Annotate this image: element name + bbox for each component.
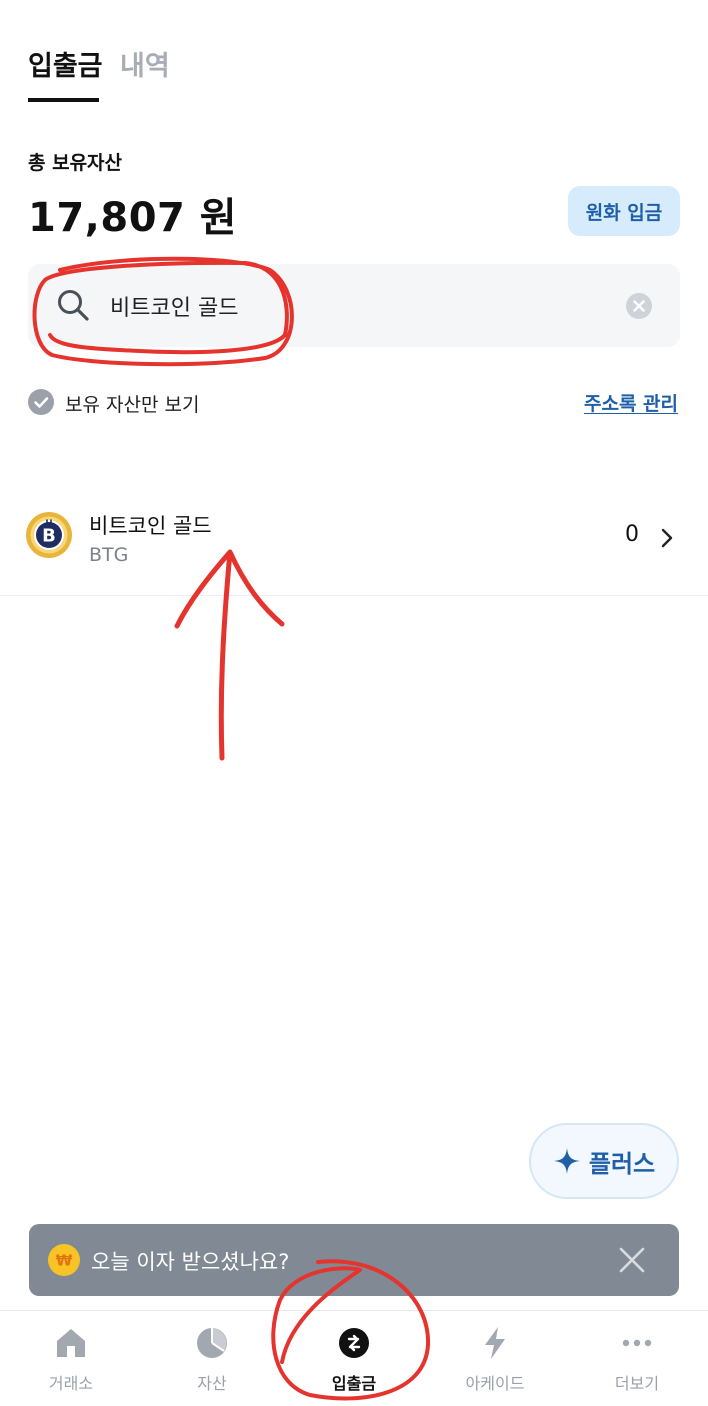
address-book-link[interactable]: 주소록 관리 (584, 389, 678, 416)
nav-label: 아케이드 (465, 1374, 525, 1393)
transfer-icon (339, 1328, 369, 1358)
plus-button[interactable]: 플러스 (529, 1123, 679, 1199)
total-assets-label: 총 보유자산 (28, 152, 123, 174)
nav-label: 자산 (197, 1374, 227, 1393)
active-tab-indicator (28, 98, 99, 102)
search-input[interactable]: 비트코인 골드 (28, 264, 680, 347)
pie-chart-icon (197, 1328, 227, 1358)
tab-history[interactable]: 내역 (120, 44, 170, 83)
lightning-icon (485, 1327, 505, 1359)
search-input-value: 비트코인 골드 (110, 296, 239, 321)
svg-text:₩: ₩ (56, 1252, 73, 1270)
plus-button-label: 플러스 (588, 1149, 656, 1178)
holdings-only-checkbox[interactable] (28, 389, 54, 415)
close-icon[interactable] (618, 1246, 646, 1274)
chevron-right-icon (661, 528, 673, 548)
nav-label: 더보기 (614, 1374, 660, 1393)
more-icon (622, 1339, 652, 1347)
nav-item-arcade[interactable]: 아케이드 (435, 1311, 555, 1406)
sparkle-icon (553, 1148, 580, 1174)
nav-item-more[interactable]: 더보기 (577, 1311, 697, 1406)
won-coin-icon: ₩ (48, 1244, 80, 1276)
nav-item-assets[interactable]: 자산 (152, 1311, 272, 1406)
holdings-only-label[interactable]: 보유 자산만 보기 (65, 390, 199, 417)
bottom-navigation: 거래소 자산 입출금 아케이드 더보기 (0, 1310, 708, 1406)
krw-deposit-button[interactable]: 원화 입금 (568, 186, 680, 236)
coin-symbol: BTG (89, 544, 129, 566)
bitcoin-gold-logo-icon: B (26, 512, 72, 558)
clear-icon[interactable] (626, 293, 652, 319)
svg-text:B: B (42, 526, 56, 547)
banner-message: 오늘 이자 받으셨나요? (91, 1250, 290, 1274)
search-icon (58, 290, 89, 321)
nav-item-transfer[interactable]: 입출금 (294, 1311, 414, 1406)
total-assets-value: 17,807 원 (28, 195, 238, 241)
list-item[interactable]: B 비트코인 골드 BTG 0 (0, 490, 708, 596)
tab-deposit-withdraw[interactable]: 입출금 (28, 44, 103, 83)
nav-label: 입출금 (331, 1374, 377, 1393)
home-icon (57, 1329, 85, 1357)
interest-banner[interactable]: ₩ 오늘 이자 받으셨나요? (29, 1224, 679, 1296)
coin-name: 비트코인 골드 (89, 514, 212, 538)
nav-item-exchange[interactable]: 거래소 (11, 1311, 131, 1406)
coin-balance: 0 (625, 522, 639, 547)
nav-label: 거래소 (48, 1374, 94, 1393)
